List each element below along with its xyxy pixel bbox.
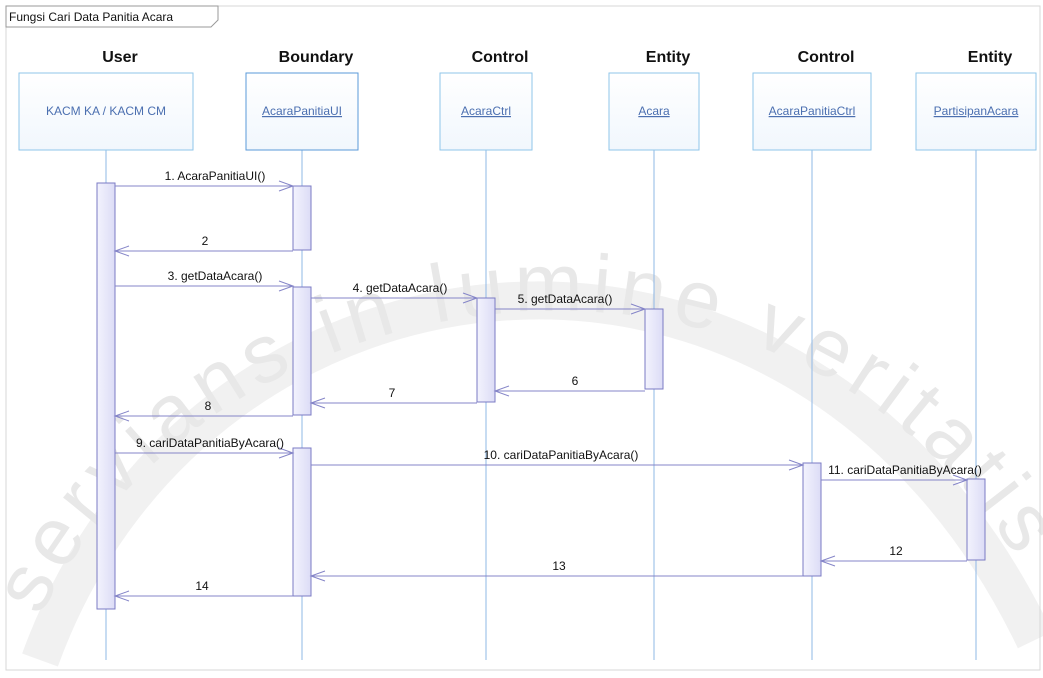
message-3[interactable]: 3. getDataAcara(): [115, 269, 295, 292]
message-label: 13: [552, 559, 566, 573]
activation-bar-2: [292, 286, 312, 416]
activation-bar-3: [476, 297, 496, 403]
message-label: 2: [202, 234, 209, 248]
message-1[interactable]: 1. AcaraPanitiaUI(): [115, 169, 295, 192]
message-label: 12: [889, 544, 903, 558]
lifeline-stereotype: Entity: [968, 49, 1013, 66]
frame-label: Fungsi Cari Data Panitia Acara: [9, 10, 173, 24]
message-2[interactable]: 2: [113, 234, 293, 257]
message-13[interactable]: 13: [309, 559, 803, 582]
activation-bar-5: [292, 447, 312, 597]
lifeline-stereotype: Control: [798, 49, 855, 66]
participant-name: AcaraPanitiaCtrl: [769, 104, 856, 118]
participant-name: AcaraPanitiaUI: [262, 104, 342, 118]
message-label: 8: [205, 399, 212, 413]
diagram-canvas: servians in lumine veritatis Fungsi Cari…: [0, 5, 1043, 671]
message-10[interactable]: 10. cariDataPanitiaByAcara(): [311, 448, 805, 471]
participant-name: AcaraCtrl: [461, 104, 511, 118]
message-14[interactable]: 14: [113, 579, 293, 602]
message-label: 14: [195, 579, 209, 593]
message-label: 11. cariDataPanitiaByAcara(): [828, 463, 982, 477]
lifeline-5: Entity PartisipanAcara: [915, 49, 1037, 660]
lifeline-stereotype: Control: [472, 49, 529, 66]
activation-bar-1: [292, 185, 312, 251]
participant-name: KACM KA / KACM CM: [46, 104, 166, 118]
participant-name: Acara: [638, 104, 670, 118]
message-label: 1. AcaraPanitiaUI(): [165, 169, 266, 183]
message-label: 3. getDataAcara(): [168, 269, 263, 283]
message-6[interactable]: 6: [493, 374, 645, 397]
participant-name: PartisipanAcara: [934, 104, 1019, 118]
sequence-diagram: servians in lumine veritatis Fungsi Cari…: [0, 0, 1043, 673]
message-label: 10. cariDataPanitiaByAcara(): [484, 448, 639, 462]
lifeline-stereotype: Entity: [646, 49, 691, 66]
message-label: 7: [389, 386, 396, 400]
lifeline-stereotype: User: [102, 49, 138, 66]
lifeline-stereotype: Boundary: [279, 49, 354, 66]
message-label: 6: [572, 374, 579, 388]
message-7[interactable]: 7: [309, 386, 477, 409]
activation-bar-6: [802, 462, 822, 577]
message-label: 5. getDataAcara(): [518, 292, 613, 306]
activation-bar-0: [96, 182, 116, 610]
activation-bar-7: [966, 478, 986, 561]
activation-bar-4: [644, 308, 664, 390]
message-12[interactable]: 12: [819, 544, 967, 567]
message-label: 9. cariDataPanitiaByAcara(): [136, 436, 284, 450]
message-label: 4. getDataAcara(): [353, 281, 448, 295]
